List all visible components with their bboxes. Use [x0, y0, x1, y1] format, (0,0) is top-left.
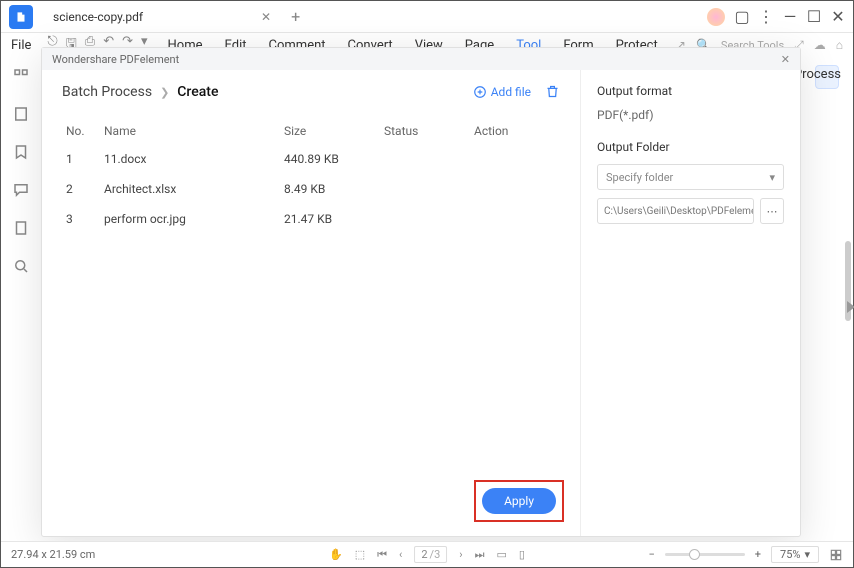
zoom-slider[interactable]	[665, 553, 745, 556]
table-row[interactable]: 1 11.docx 440.89 KB	[62, 144, 560, 174]
apply-highlight: Apply	[474, 480, 564, 522]
cell-size: 8.49 KB	[280, 174, 380, 204]
zoom-out-icon[interactable]: −	[649, 548, 655, 561]
chevron-down-icon: ▾	[769, 171, 775, 184]
cell-no: 3	[62, 204, 100, 234]
page-number-input[interactable]: 2 /3	[414, 546, 447, 563]
comment-icon[interactable]	[12, 181, 30, 199]
thumbnail-icon[interactable]	[12, 67, 30, 85]
breadcrumb-current: Create	[177, 84, 218, 100]
zoom-percent-value: 75%	[780, 548, 800, 561]
search-panel-icon[interactable]	[12, 257, 30, 275]
table-row[interactable]: 2 Architect.xlsx 8.49 KB	[62, 174, 560, 204]
table-row[interactable]: 3 perform ocr.jpg 21.47 KB	[62, 204, 560, 234]
first-page-icon[interactable]: ⏮	[377, 548, 387, 562]
hand-tool-icon[interactable]: ✋	[329, 548, 343, 561]
dialog-title: Wondershare PDFelement	[52, 53, 179, 66]
col-size: Size	[280, 118, 380, 144]
file-table: No. Name Size Status Action 1 11.docx 44…	[62, 118, 560, 234]
menu-file[interactable]: File	[1, 38, 41, 53]
cell-name: perform ocr.jpg	[100, 204, 280, 234]
output-path-field[interactable]: C:\Users\Geili\Desktop\PDFelement\Cr	[597, 198, 754, 224]
zoom-in-icon[interactable]: +	[755, 548, 761, 561]
dialog-left-panel: Batch Process ❯ Create Add file No. Name…	[42, 70, 580, 536]
select-tool-icon[interactable]: ⬚	[355, 548, 365, 561]
dialog-close-icon[interactable]: ✕	[781, 53, 790, 66]
pages-icon[interactable]	[12, 105, 30, 123]
process-label: Process	[794, 67, 841, 82]
plus-circle-icon	[473, 85, 487, 99]
tab-title: science-copy.pdf	[53, 10, 143, 24]
add-file-button[interactable]: Add file	[473, 85, 531, 99]
account-avatar[interactable]	[707, 8, 725, 26]
bookmark-icon[interactable]	[12, 143, 30, 161]
output-folder-label: Output Folder	[597, 140, 784, 154]
add-tab-button[interactable]: +	[291, 7, 300, 26]
cell-name: Architect.xlsx	[100, 174, 280, 204]
statusbar: 27.94 x 21.59 cm ✋ ⬚ ⏮ ‹ 2 /3 › ⏭ ▭ ▯ − …	[1, 541, 853, 567]
help-icon[interactable]: ⌂	[836, 38, 843, 52]
specify-folder-text: Specify folder	[606, 171, 673, 184]
browse-button[interactable]: ⋯	[760, 198, 784, 224]
document-tab[interactable]: science-copy.pdf ✕	[43, 3, 281, 31]
page-dimensions: 27.94 x 21.59 cm	[11, 548, 95, 561]
col-no: No.	[62, 118, 100, 144]
cell-no: 2	[62, 174, 100, 204]
maximize-icon[interactable]: ☐	[807, 10, 821, 24]
page-current: 2	[421, 548, 427, 561]
fit-page-icon[interactable]	[829, 548, 843, 562]
cell-name: 11.docx	[100, 144, 280, 174]
breadcrumb-root[interactable]: Batch Process	[62, 84, 152, 100]
cloud-icon[interactable]: ☁	[814, 38, 826, 52]
chevron-down-icon: ▾	[804, 548, 810, 561]
output-path-text: C:\Users\Geili\Desktop\PDFelement\Cr	[604, 206, 754, 217]
more-icon[interactable]: ⋮	[759, 10, 773, 24]
cell-no: 1	[62, 144, 100, 174]
page-total: /3	[430, 548, 441, 561]
chevron-right-icon: ❯	[160, 86, 169, 99]
dialog-titlebar: Wondershare PDFelement ✕	[42, 48, 800, 70]
titlebar: science-copy.pdf ✕ + ▢ ⋮ — ☐ ✕	[1, 1, 853, 33]
apply-button[interactable]: Apply	[482, 488, 556, 514]
cell-size: 21.47 KB	[280, 204, 380, 234]
close-icon[interactable]: ✕	[261, 10, 271, 24]
attachment-icon[interactable]	[12, 219, 30, 237]
prev-page-icon[interactable]: ‹	[399, 548, 402, 561]
cell-size: 440.89 KB	[280, 144, 380, 174]
col-name: Name	[100, 118, 280, 144]
notification-icon[interactable]: ▢	[735, 10, 749, 24]
batch-process-dialog: Wondershare PDFelement ✕ Batch Process ❯…	[41, 47, 801, 537]
left-rail	[1, 57, 41, 543]
minimize-icon[interactable]: —	[783, 10, 797, 24]
dialog-right-panel: Output format PDF(*.pdf) Output Folder S…	[580, 70, 800, 536]
last-page-icon[interactable]: ⏭	[475, 548, 485, 562]
close-window-icon[interactable]: ✕	[831, 10, 845, 24]
app-logo	[9, 5, 33, 29]
add-file-label: Add file	[491, 85, 531, 99]
zoom-slider-thumb[interactable]	[689, 549, 700, 560]
trash-icon[interactable]	[545, 84, 560, 99]
col-action: Action	[470, 118, 560, 144]
output-format-label: Output format	[597, 84, 784, 98]
collapse-arrow-icon[interactable]	[847, 301, 854, 313]
zoom-percent-select[interactable]: 75% ▾	[771, 546, 819, 563]
next-page-icon[interactable]: ›	[459, 548, 462, 561]
continuous-page-icon[interactable]: ▯	[519, 548, 525, 561]
single-page-icon[interactable]: ▭	[497, 548, 507, 561]
output-format-value: PDF(*.pdf)	[597, 108, 784, 122]
specify-folder-select[interactable]: Specify folder ▾	[597, 164, 784, 190]
col-status: Status	[380, 118, 470, 144]
